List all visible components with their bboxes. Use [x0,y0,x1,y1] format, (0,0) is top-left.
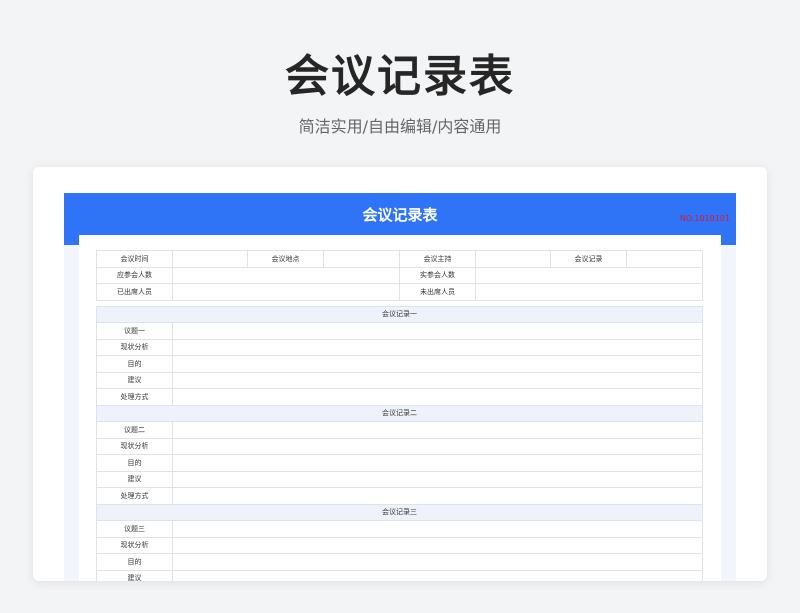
row-value[interactable] [172,437,703,455]
table-row: 议题一 [96,322,703,340]
value-meeting-place[interactable] [323,250,400,268]
value-present-members[interactable] [172,283,400,301]
hero-title: 会议记录表 [285,51,515,102]
row-label: 现状分析 [96,437,173,455]
table-row: 议题三 [96,520,703,538]
row-label: 处理方式 [96,487,173,505]
row-label: 现状分析 [96,536,173,554]
row-label: 建议 [96,569,173,581]
row-label: 议题三 [96,520,173,538]
value-meeting-time[interactable] [172,250,248,268]
section-header: 会议记录一 [96,305,703,323]
document-title: 会议记录表 [362,206,438,224]
row-value[interactable] [172,388,703,406]
sheet: 会议时间 会议地点 会议主持 会议记录 应参会人数 实参会人数 已出席人员 未出… [79,235,721,581]
row-label: 处理方式 [96,388,173,406]
value-meeting-host[interactable] [475,250,551,268]
row-value[interactable] [172,470,703,488]
section-header: 会议记录三 [96,503,703,521]
section-header: 会议记录二 [96,404,703,422]
hero-subtitle: 简洁实用/自由编辑/内容通用 [298,117,502,136]
table-row: 议题二 [96,421,703,439]
row-value[interactable] [172,338,703,356]
label-meeting-place: 会议地点 [247,250,324,268]
table-row: 现状分析 [96,338,703,356]
info-row-2: 应参会人数 实参会人数 [96,266,703,284]
label-present-members: 已出席人员 [96,283,173,301]
row-value[interactable] [172,553,703,571]
table-row: 建议 [96,569,703,581]
table-row: 处理方式 [96,487,703,505]
row-value[interactable] [172,371,703,389]
row-label: 建议 [96,371,173,389]
value-absent-members[interactable] [475,283,703,301]
table-row: 目的 [96,553,703,571]
info-row-1: 会议时间 会议地点 会议主持 会议记录 [96,250,703,268]
label-meeting-recorder: 会议记录 [550,250,627,268]
value-actual-attendees[interactable] [475,266,703,284]
table-row: 处理方式 [96,388,703,406]
row-value[interactable] [172,536,703,554]
table-row: 目的 [96,355,703,373]
table-row: 建议 [96,371,703,389]
section-title: 会议记录一 [96,305,703,323]
row-label: 建议 [96,470,173,488]
value-expected-attendees[interactable] [172,266,400,284]
section-title: 会议记录二 [96,404,703,422]
row-label: 现状分析 [96,338,173,356]
document-number: NO.1010101 [679,214,730,223]
document: 会议记录表 NO.1010101 会议时间 会议地点 会议主持 会议记录 应参会… [64,193,736,581]
label-meeting-host: 会议主持 [399,250,476,268]
row-label: 议题一 [96,322,173,340]
value-meeting-recorder[interactable] [626,250,703,268]
row-value[interactable] [172,454,703,472]
row-value[interactable] [172,421,703,439]
row-value[interactable] [172,322,703,340]
row-value[interactable] [172,487,703,505]
row-value[interactable] [172,520,703,538]
row-label: 目的 [96,355,173,373]
label-absent-members: 未出席人员 [399,283,476,301]
table-row: 现状分析 [96,536,703,554]
label-meeting-time: 会议时间 [96,250,173,268]
label-actual-attendees: 实参会人数 [399,266,476,284]
section-title: 会议记录三 [96,503,703,521]
row-label: 目的 [96,454,173,472]
row-value[interactable] [172,569,703,581]
row-label: 议题二 [96,421,173,439]
label-expected-attendees: 应参会人数 [96,266,173,284]
row-label: 目的 [96,553,173,571]
row-value[interactable] [172,355,703,373]
preview-card: 会议记录表 NO.1010101 会议时间 会议地点 会议主持 会议记录 应参会… [33,167,767,581]
info-row-3: 已出席人员 未出席人员 [96,283,703,301]
table-row: 现状分析 [96,437,703,455]
table-row: 建议 [96,470,703,488]
meeting-table: 会议时间 会议地点 会议主持 会议记录 应参会人数 实参会人数 已出席人员 未出… [96,250,703,581]
table-row: 目的 [96,454,703,472]
